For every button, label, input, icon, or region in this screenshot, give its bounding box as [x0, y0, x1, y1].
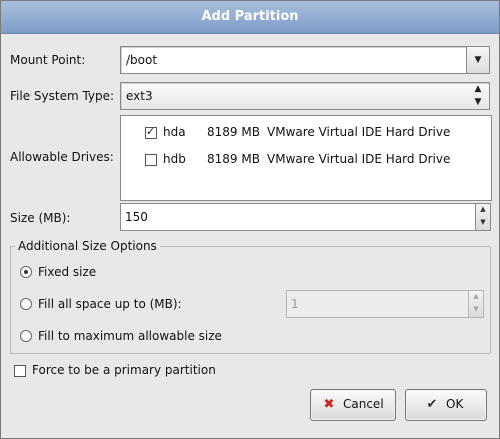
spin-up-icon[interactable]: ▲ — [476, 205, 490, 213]
ok-check-icon: ✔ — [426, 397, 438, 412]
force-primary-checkbox[interactable] — [14, 365, 26, 377]
fill-upto-radio[interactable] — [20, 298, 32, 310]
allowable-drives-label: Allowable Drives: — [10, 150, 114, 164]
fill-max-radio[interactable] — [20, 330, 32, 342]
chevron-down-icon: ▼ — [474, 55, 482, 65]
fixed-size-radio[interactable] — [20, 266, 32, 278]
drives-list: hda 8189 MB VMware Virtual IDE Hard Driv… — [120, 115, 492, 201]
fixed-size-label[interactable]: Fixed size — [38, 265, 96, 279]
drive-size: 8189 MB — [207, 152, 260, 166]
mount-point-value: /boot — [126, 53, 158, 67]
drive-model: VMware Virtual IDE Hard Drive — [267, 125, 451, 139]
fill-upto-value: 1 — [291, 297, 299, 311]
mount-point-combo[interactable]: /boot ▼ — [120, 46, 490, 74]
drive-checkbox-hda[interactable] — [145, 125, 157, 139]
fs-type-select[interactable]: ext3 ▲ ▼ — [120, 82, 490, 110]
spin-down-icon[interactable]: ▼ — [469, 305, 483, 313]
fs-type-label: File System Type: — [10, 89, 115, 103]
mount-point-dropdown-button[interactable]: ▼ — [466, 47, 489, 73]
ok-button-label: OK — [446, 397, 464, 411]
size-spinbox[interactable]: 150 ▲ ▼ — [120, 203, 491, 231]
drive-checkbox-hdb[interactable] — [145, 154, 157, 166]
ok-button[interactable]: ✔ OK — [405, 389, 487, 421]
cancel-button-label: Cancel — [343, 397, 384, 411]
additional-size-options-legend: Additional Size Options — [15, 239, 160, 253]
cancel-x-icon: ✖ — [323, 397, 335, 412]
drive-size: 8189 MB — [207, 125, 260, 139]
drive-model: VMware Virtual IDE Hard Drive — [267, 152, 451, 166]
drive-row-hdb[interactable]: hdb 8189 MB VMware Virtual IDE Hard Driv… — [121, 149, 489, 171]
dialog-title: Add Partition — [1, 1, 499, 34]
fill-upto-spin-arrows[interactable]: ▲ ▼ — [468, 291, 483, 317]
size-label: Size (MB): — [10, 211, 71, 225]
cancel-button[interactable]: ✖ Cancel — [310, 389, 396, 421]
fs-type-updown-icon: ▲ ▼ — [474, 84, 482, 107]
fill-max-label[interactable]: Fill to maximum allowable size — [38, 329, 222, 343]
drive-row-hda[interactable]: hda 8189 MB VMware Virtual IDE Hard Driv… — [121, 122, 489, 144]
mount-point-label: Mount Point: — [10, 53, 86, 67]
spin-up-icon[interactable]: ▲ — [469, 292, 483, 300]
drive-name: hda — [163, 125, 186, 139]
add-partition-dialog: Add Partition Mount Point: /boot ▼ File … — [0, 0, 500, 439]
fill-upto-spinbox[interactable]: 1 ▲ ▼ — [286, 290, 484, 318]
fs-type-value: ext3 — [126, 89, 153, 103]
spin-down-icon[interactable]: ▼ — [476, 218, 490, 226]
force-primary-label[interactable]: Force to be a primary partition — [32, 363, 216, 377]
size-spin-arrows[interactable]: ▲ ▼ — [475, 204, 490, 230]
drive-name: hdb — [163, 152, 186, 166]
size-value: 150 — [125, 210, 148, 224]
fill-upto-label[interactable]: Fill all space up to (MB): — [38, 297, 182, 311]
